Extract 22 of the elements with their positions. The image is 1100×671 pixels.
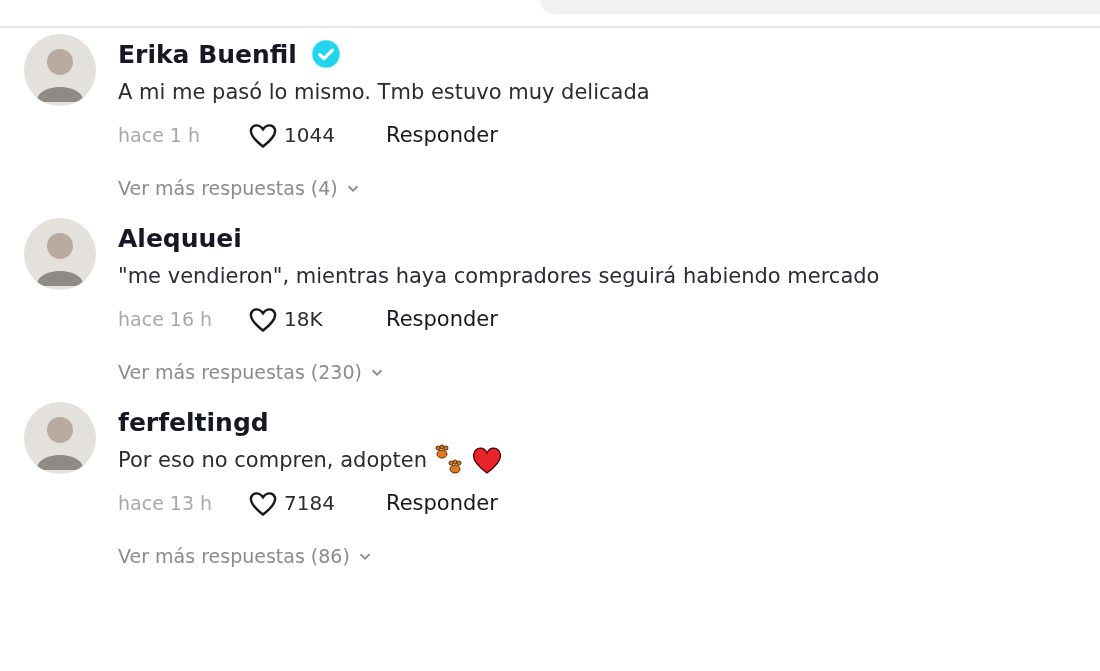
- comment-time: hace 13 h: [118, 492, 214, 514]
- heart-outline-icon[interactable]: [248, 305, 278, 333]
- chevron-down-icon[interactable]: [345, 183, 360, 193]
- heart-icon: [471, 445, 504, 475]
- username[interactable]: ferfeltingd: [118, 407, 269, 437]
- chevron-down-icon[interactable]: [369, 367, 384, 377]
- reply-button[interactable]: Responder: [386, 491, 498, 515]
- reply-button[interactable]: Responder: [386, 307, 498, 331]
- comment-text: "me vendieron", mientras haya compradores seguirá habiendo mercado: [118, 264, 880, 288]
- heart-outline-icon[interactable]: [248, 489, 278, 517]
- heart-outline-icon[interactable]: [248, 121, 278, 149]
- comment-time: hace 16 h: [118, 308, 214, 330]
- comment-time: hace 1 h: [118, 124, 202, 146]
- username[interactable]: Erika Buenfil: [118, 39, 297, 69]
- comment-text: A mi me pasó lo mismo. Tmb estuvo muy delicada: [118, 80, 650, 104]
- like-button[interactable]: 18K: [248, 305, 386, 333]
- like-button[interactable]: 1044: [248, 121, 386, 149]
- chevron-down-icon[interactable]: [357, 551, 372, 561]
- reply-button[interactable]: Responder: [386, 123, 498, 147]
- comment-text: Por eso no compren, adopten: [118, 448, 428, 472]
- like-button[interactable]: 7184: [248, 489, 386, 517]
- username[interactable]: Alequuei: [118, 223, 242, 253]
